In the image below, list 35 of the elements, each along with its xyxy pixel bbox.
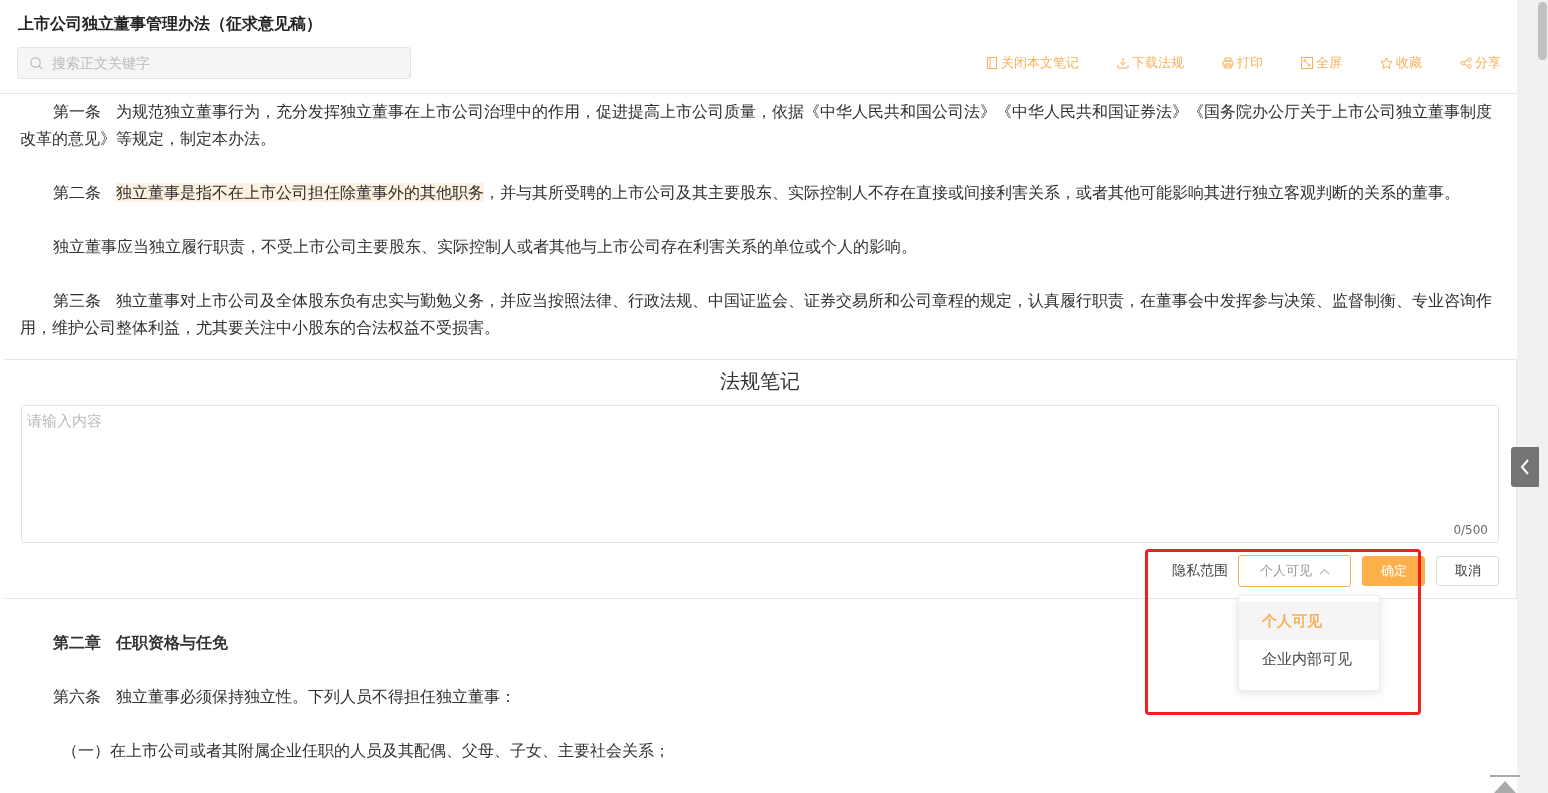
scrollbar-thumb[interactable] [1538, 2, 1547, 60]
back-to-top-icon[interactable] [1490, 775, 1520, 793]
caret-icon [1318, 567, 1330, 575]
dropdown-option[interactable]: 个人可见 [1239, 602, 1379, 640]
paragraph: 独立董事应当独立履行职责，不受上市公司主要股东、实际控制人或者其他与上市公司存在利害关系的单位或个人的影响。 [52, 236, 918, 258]
notes-title: 法规笔记 [719, 368, 801, 395]
paragraph: （一）在上市公司或者其附属企业任职的人员及其配偶、父母、子女、主要社会关系； [61, 740, 671, 762]
toolbar-button[interactable]: 分享 [1448, 54, 1501, 72]
privacy-select[interactable]: 个人可见 [1238, 555, 1351, 587]
dropdown-option[interactable]: 企业内部可见 [1239, 640, 1379, 678]
toolbar-button[interactable]: 下载法规 [1105, 54, 1184, 72]
toolbar-button[interactable]: 全屏 [1289, 54, 1342, 72]
chevron-left-icon [1520, 458, 1530, 476]
toolbar-button[interactable]: 收藏 [1368, 54, 1422, 72]
character-counter: 0/500 [1453, 523, 1488, 537]
paragraph: 第三条 独立董事对上市公司及全体股东负有忠实与勤勉义务，并应当按照法律、行政法规、中国证监会、证券交易所和公司章程的规定，认真履行职责，在董事会中发挥参与决策、监督制衡、专业咨询作用，维护公司整体利益，尤其要关注中小股东的合法权益不受损害。 [20, 290, 1493, 339]
collapse-panel-button[interactable] [1511, 447, 1539, 487]
star-icon [1380, 57, 1393, 69]
paragraph: 第六条 独立董事必须保持独立性。下列人员不得担任独立董事： [52, 686, 517, 708]
note-input[interactable]: 请输入内容 0/500 [21, 405, 1499, 543]
note-icon [986, 57, 998, 69]
chapter-heading: 第二章 任职资格与任免 [52, 632, 229, 654]
toolbar-button[interactable]: 关闭本文笔记 [974, 54, 1079, 72]
download-icon [1117, 57, 1129, 69]
cancel-button[interactable]: 取消 [1436, 556, 1499, 586]
share-icon [1460, 57, 1472, 69]
fullscreen-icon [1301, 57, 1313, 69]
paragraph: 第二条 独立董事是指不在上市公司担任除董事外的其他职务，并与其所受聘的上市公司及其主要股东、实际控制人不存在直接或间接利害关系，或者其他可能影响其进行独立客观判断的关系的董事。 [52, 182, 1461, 204]
printer-icon [1222, 57, 1234, 69]
privacy-label: 隐私范围 [1172, 562, 1228, 580]
paragraph: 第一条 为规范独立董事行为，充分发挥独立董事在上市公司治理中的作用，促进提高上市公司质量，依据《中华人民共和国公司法》《中华人民共和国证券法》《国务院办公厅关于上市公司独立董事制度改革的意见》等规定，制定本办法。 [20, 101, 1493, 150]
confirm-button[interactable]: 确定 [1362, 556, 1425, 586]
document-title: 上市公司独立董事管理办法（征求意见稿） [18, 14, 323, 35]
search-icon [30, 57, 43, 70]
toolbar-button[interactable]: 打印 [1210, 54, 1263, 72]
